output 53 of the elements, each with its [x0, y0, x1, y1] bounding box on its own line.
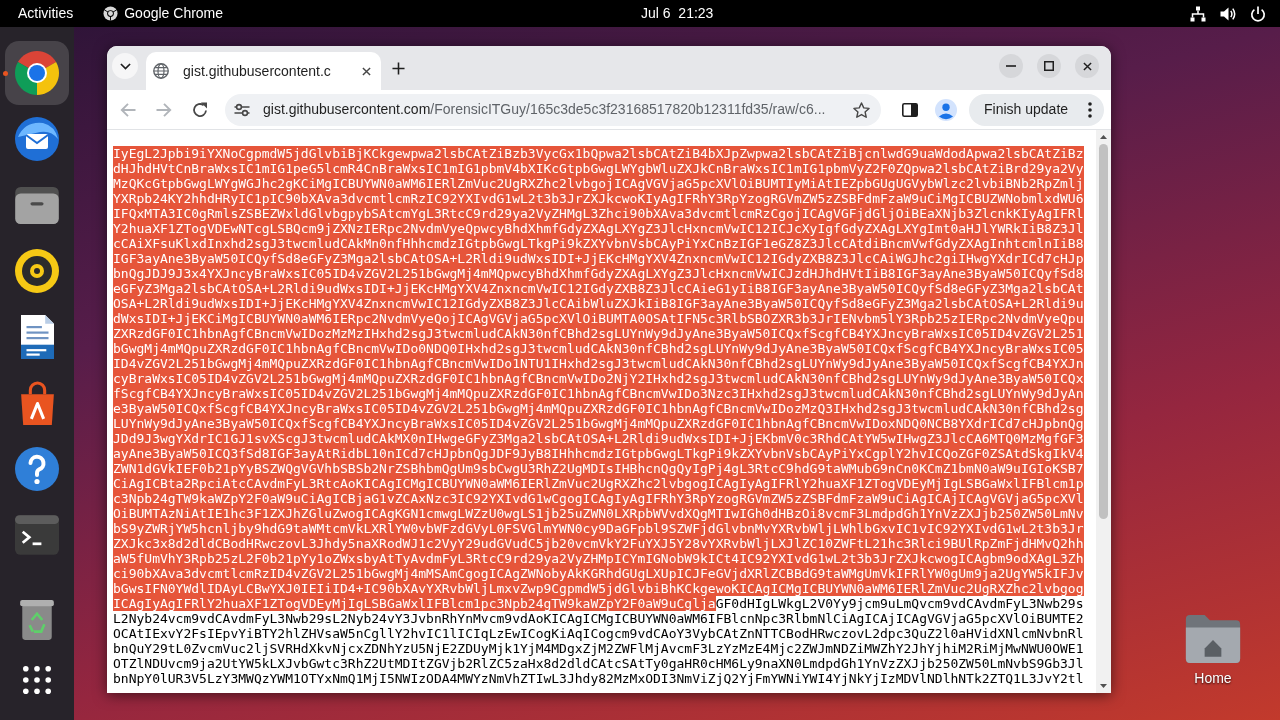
more-vertical-icon [1088, 101, 1092, 118]
reload-icon [192, 101, 208, 118]
volume-icon [1220, 5, 1236, 22]
close-icon [1082, 61, 1092, 71]
clock-button[interactable]: Jul 6 21:23 [631, 2, 724, 25]
scrollbar-thumb[interactable] [1099, 144, 1108, 519]
trash-icon [20, 600, 54, 640]
text-line: GF0dHIgLWkgL2V0Yy9jcm9uLmQvcm9vdCAvdmFyL3Nwb29s [715, 596, 1084, 611]
maximize-icon [1044, 61, 1054, 71]
url-text[interactable]: gist.githubusercontent.com/ForensicITGuy/165c3de5c3f23168517820b12311fd35/raw/c6... [263, 99, 847, 120]
network-icon [1190, 5, 1206, 22]
text-line: L2Nyb24vcm9vdCAvdmFyL3Nwb29sL2Nyb24vY3JvbnRhYnMvcm9vdAoKICAgICMgICBUYWN0aWM6IFBlcnNpc3RlbmNlCiAgICAjICAgVGVjaG5pcXVlOiBUMTE2 [113, 611, 1084, 626]
globe-icon [153, 63, 169, 79]
desktop-icon-label[interactable]: Home [1194, 668, 1232, 689]
minimize-icon [1006, 65, 1016, 67]
app-logo-icon [103, 6, 119, 21]
shopping-bag-icon [20, 381, 54, 425]
app-menu-button[interactable]: Google Chrome [93, 2, 234, 25]
tab-search-button[interactable] [112, 53, 138, 79]
plus-icon [391, 61, 405, 75]
home-folder-icon[interactable] [1185, 615, 1241, 663]
arrow-right-icon [156, 101, 172, 118]
side-panel-icon [902, 102, 918, 117]
scroll-down-arrow-icon[interactable] [1100, 684, 1107, 688]
file-drawer-icon [15, 186, 59, 224]
address-bar[interactable]: gist.githubusercontent.com/ForensicITGuy/165c3de5c3f23168517820b12311fd35/raw/c6... [225, 93, 881, 126]
help-icon [15, 447, 59, 491]
app-grid-icon [23, 666, 51, 694]
text-line: OCAtIExvY2FsIEpvYiBTY2hlZHVsaW5nCgllY2hvIC1lICIqLzEwICogKiAqICogcm9vdCAoY3VybCAtZnNTTCBodHRwczovL2dpc3QuZ2l0aHVidXNlcmNvbnRl [113, 626, 1084, 641]
close-icon [361, 66, 371, 76]
scroll-up-arrow-icon[interactable] [1100, 135, 1107, 139]
terminal-icon [15, 515, 59, 555]
profile-avatar-icon [935, 98, 957, 121]
finish-update-button[interactable]: Finish update [969, 93, 1104, 126]
arrow-left-icon [120, 101, 136, 118]
text-line: OTZlNDUvcm9ja2UtYW5kLXJvbGwtc3RhZ2UtMDItZGVjb2RlZC5zaHx8d2dldCAtcSAtTy0gaHR0cHM6Ly9naXN0LmdpdGh1YnVzZXJjb250ZW50LmNvbS9Gb3Jl [113, 656, 1084, 671]
browser-logo-icon [15, 51, 59, 95]
dock-item[interactable] [5, 41, 69, 105]
document-icon [20, 315, 54, 359]
maximize-button[interactable] [1037, 54, 1061, 78]
minimize-button[interactable] [999, 54, 1023, 78]
sliders-icon [234, 102, 250, 117]
mail-envelope-icon [15, 117, 59, 161]
text-line: bnNpY0lUR3V5LzY3MWQzYWM1OTYxNmQ1MjI5NWIzODA4MWYzNmVhZTIwL3Jhdy82MzMxODI3NmViZjQ2YjFmYWNiYWI4YjNkYjIzMDVlNDlhNTk2ZTQ1L3JvY2tl [113, 671, 1084, 686]
close-window-button[interactable] [1075, 54, 1099, 78]
chevron-down-icon [119, 62, 131, 70]
activities-button[interactable]: Activities [8, 2, 84, 25]
speaker-icon [15, 249, 59, 293]
star-icon [852, 101, 870, 118]
power-icon [1250, 5, 1266, 22]
browser-tab[interactable]: gist.githubusercontent.c [146, 52, 381, 90]
scrollbar[interactable] [1096, 130, 1111, 693]
text-line: bnQuY29tL0ZvcmVuc2ljSVRHdXkvNjcxZDNhYzU5NjE2ZDUyMjk1YjM4MDgxZjM2ZWFlMjAvcmF3LzYzMzE4Mjc2ZWJmNDZiMWZhY2JhYjhiM2RiMjMwNWU0OWE1 [113, 641, 1084, 656]
